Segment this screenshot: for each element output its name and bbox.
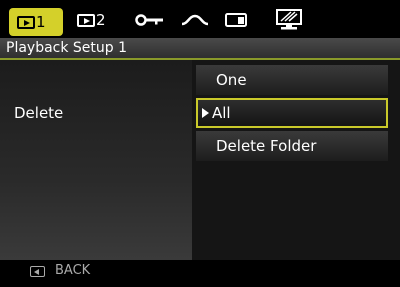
setting-label-delete: Delete (14, 104, 64, 122)
back-button-icon[interactable] (30, 266, 45, 277)
selection-arrow-icon (202, 108, 209, 118)
back-label[interactable]: BACK (55, 263, 90, 278)
option-all[interactable]: All (196, 98, 388, 128)
tab-connection[interactable] (180, 7, 210, 33)
option-one-label: One (216, 71, 247, 89)
option-one[interactable]: One (196, 65, 388, 95)
menu-header: Playback Setup 1 (0, 38, 400, 60)
wrench-icon (135, 14, 163, 26)
tab-display[interactable] (274, 7, 304, 33)
tab-memory-card[interactable] (224, 7, 250, 33)
option-all-label: All (212, 104, 231, 122)
option-delete-folder[interactable]: Delete Folder (196, 131, 388, 161)
option-delete-folder-label: Delete Folder (216, 137, 317, 155)
menu-tab-bar: 1 2 (0, 0, 400, 38)
memory-card-icon (225, 13, 247, 27)
settings-label-pane (0, 60, 192, 260)
monitor-icon (276, 9, 302, 30)
tab-playback-2-label: 2 (96, 11, 106, 29)
wave-icon (181, 14, 209, 26)
tab-playback-1-label: 1 (36, 13, 46, 31)
playback-icon (77, 13, 95, 27)
tab-playback-1[interactable]: 1 (9, 8, 63, 36)
page-title: Playback Setup 1 (6, 40, 128, 56)
tab-setup[interactable] (135, 7, 165, 33)
tab-playback-2[interactable]: 2 (77, 7, 106, 33)
playback-icon (17, 15, 35, 29)
